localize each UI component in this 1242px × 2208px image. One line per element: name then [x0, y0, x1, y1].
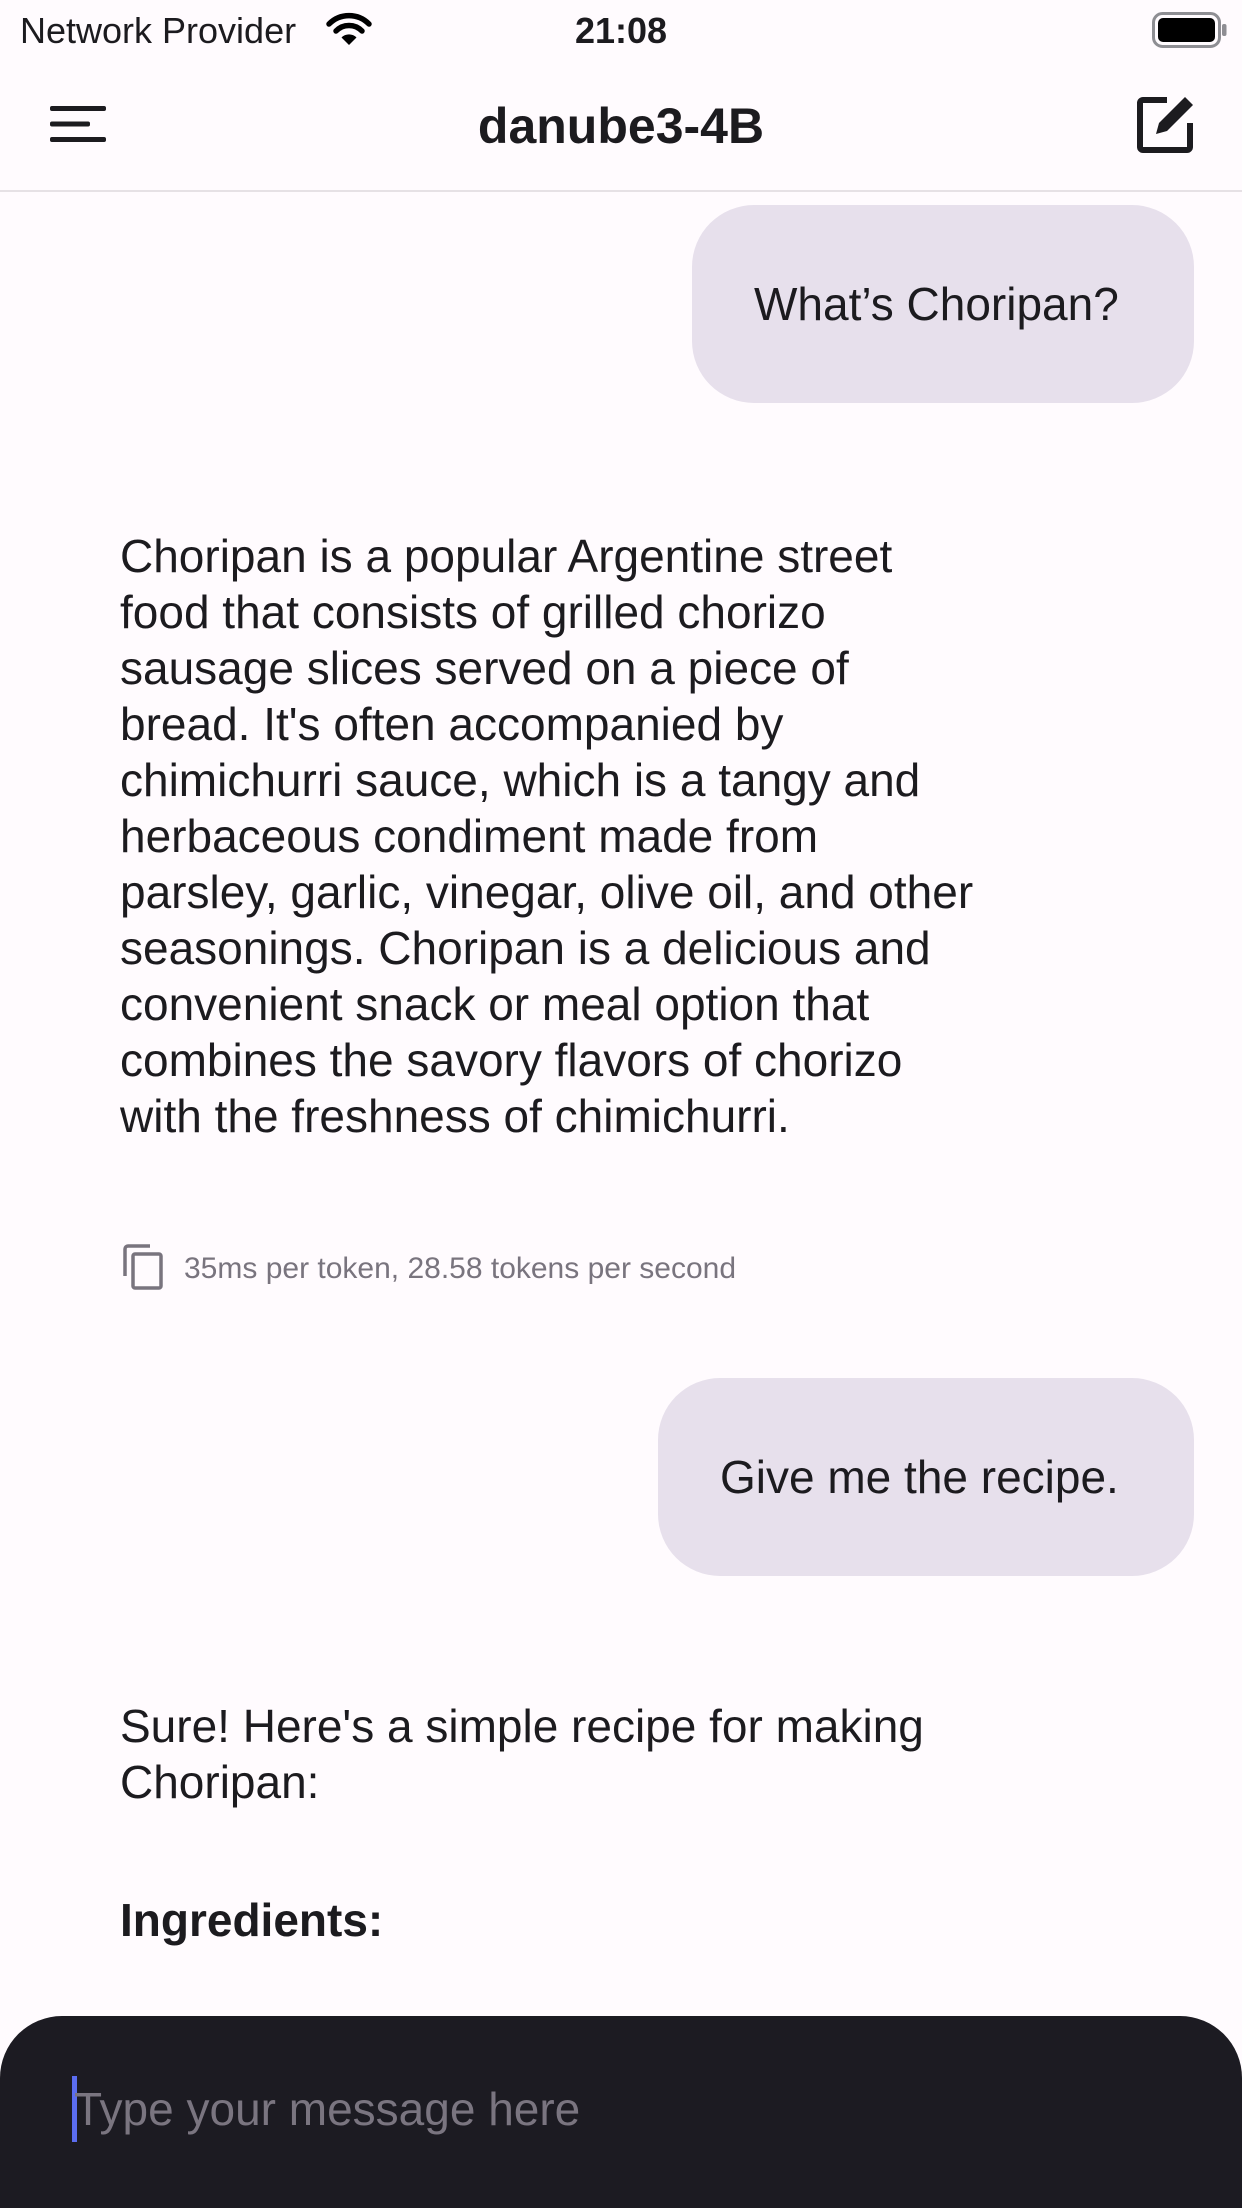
- edit-icon: [1137, 95, 1195, 158]
- token-stats: 35ms per token, 28.58 tokens per second: [184, 1252, 737, 1285]
- chat-messages: What’s Choripan? Choripan is a popular A…: [0, 192, 1242, 2016]
- message-input[interactable]: [74, 2064, 1174, 2154]
- battery-icon: [1152, 12, 1228, 48]
- user-message-text: Give me the recipe.: [720, 1451, 1119, 1503]
- ingredients-heading: Ingredients:: [120, 1894, 384, 1946]
- user-message: Give me the recipe.: [658, 1378, 1194, 1576]
- app-bar: danube3-4B: [0, 62, 1242, 192]
- copy-button[interactable]: [120, 1243, 166, 1295]
- user-message-text: What’s Choripan?: [754, 278, 1119, 330]
- new-chat-button[interactable]: [1124, 90, 1208, 162]
- status-bar: Network Provider 21:08: [0, 0, 1242, 62]
- message-composer: [0, 2016, 1242, 2208]
- assistant-message: Choripan is a popular Argentine street f…: [120, 530, 974, 1142]
- assistant-message: Sure! Here's a simple recipe for making …: [120, 1700, 924, 1808]
- app-title: danube3-4B: [477, 98, 765, 154]
- user-message: What’s Choripan?: [692, 205, 1194, 403]
- message-stats-row: 35ms per token, 28.58 tokens per second: [120, 1243, 737, 1295]
- copy-icon: [123, 1243, 163, 1295]
- status-time: 21:08: [574, 10, 668, 51]
